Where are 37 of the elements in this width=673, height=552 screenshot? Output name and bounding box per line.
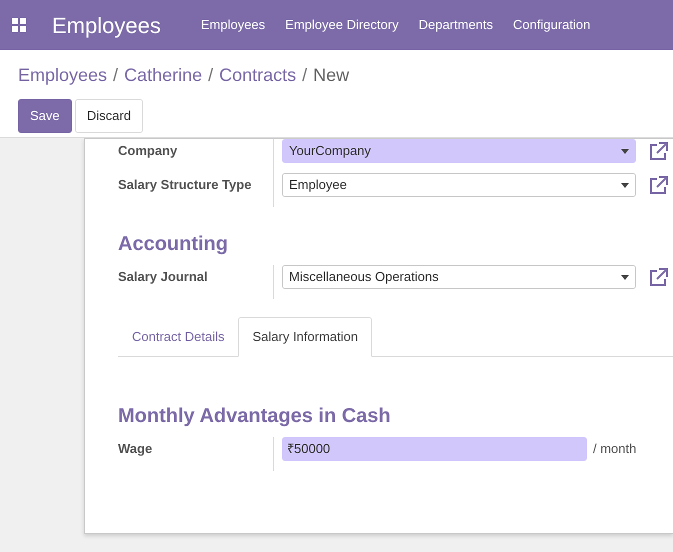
- select-field[interactable]: Miscellaneous Operations: [282, 265, 636, 289]
- external-link-icon[interactable]: [648, 268, 668, 286]
- caret-icon: [621, 148, 629, 154]
- apps-icon[interactable]: [12, 18, 26, 32]
- external-link-icon[interactable]: [648, 142, 668, 160]
- field-label: Salary Structure Type: [118, 173, 274, 207]
- field-label: Company: [118, 139, 274, 173]
- breadcrumb-separator: /: [113, 64, 118, 87]
- field-value: Miscellaneous Operations: [289, 268, 439, 286]
- breadcrumb-separator: /: [208, 64, 214, 87]
- discard-button[interactable]: Discard: [74, 99, 143, 132]
- app-title: Employees: [52, 12, 161, 40]
- select-field[interactable]: Employee: [282, 173, 636, 197]
- menu-item[interactable]: Employees: [190, 15, 276, 35]
- menu-item[interactable]: Configuration: [503, 15, 600, 35]
- breadcrumb-link[interactable]: Catherine: [124, 62, 202, 89]
- breadcrumb-link[interactable]: Contracts: [219, 62, 296, 89]
- external-link-icon[interactable]: [648, 176, 668, 194]
- field-value: Employee: [289, 176, 347, 194]
- wage-input[interactable]: ₹50000: [282, 436, 587, 460]
- select-field[interactable]: YourCompany: [282, 139, 636, 163]
- caret-icon: [621, 274, 629, 280]
- menu-item[interactable]: Departments: [408, 15, 504, 35]
- field-label: Wage: [118, 436, 274, 470]
- field-label: Salary Journal: [118, 265, 274, 299]
- section-title: Monthly Advantages in Cash: [118, 404, 392, 428]
- section-title: Accounting: [118, 232, 229, 257]
- tab[interactable]: Salary Information: [238, 317, 372, 356]
- breadcrumb-link[interactable]: Employees: [18, 62, 108, 89]
- field-value: YourCompany: [289, 142, 371, 160]
- breadcrumb-current: New: [313, 64, 350, 87]
- menu-item[interactable]: Employee Directory: [275, 15, 409, 35]
- caret-icon: [621, 182, 629, 188]
- unit-label: / month: [593, 440, 636, 458]
- breadcrumb-separator: /: [302, 64, 308, 87]
- tab[interactable]: Contract Details: [118, 317, 238, 356]
- save-button[interactable]: Save: [18, 99, 72, 132]
